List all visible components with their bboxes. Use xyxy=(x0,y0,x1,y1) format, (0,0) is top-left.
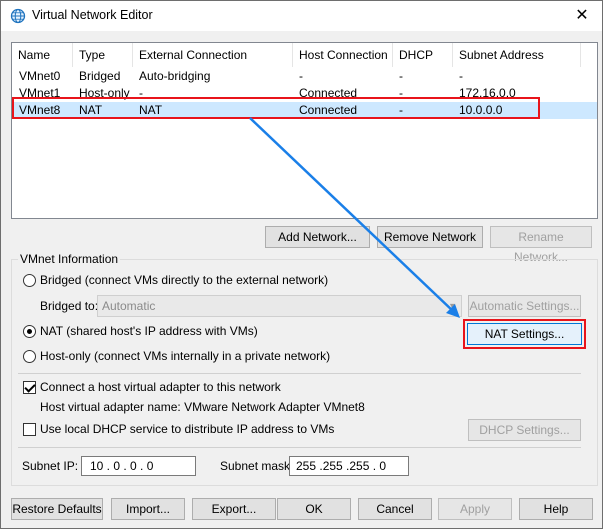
apply-button[interactable]: Apply xyxy=(438,498,512,520)
separator xyxy=(18,447,581,448)
nat-label[interactable]: NAT (shared host's IP address with VMs) xyxy=(40,324,258,338)
cell-external-connection: Auto-bridging xyxy=(139,69,211,83)
bridged-to-value: Automatic xyxy=(102,299,156,313)
network-list[interactable]: Name Type External Connection Host Conne… xyxy=(11,42,598,219)
dhcp-label[interactable]: Use local DHCP service to distribute IP … xyxy=(40,422,334,436)
dhcp-settings-button[interactable]: DHCP Settings... xyxy=(468,419,581,441)
column-header-external-connection[interactable]: External Connection xyxy=(133,43,293,67)
column-header-dhcp[interactable]: DHCP xyxy=(393,43,453,67)
connect-adapter-checkbox[interactable] xyxy=(23,381,36,394)
group-title: VMnet Information xyxy=(18,252,121,266)
cell-type: Bridged xyxy=(79,69,121,83)
cell-name: VMnet0 xyxy=(19,69,61,83)
subnet-mask-field[interactable]: 255 .255 .255 . 0 xyxy=(289,456,409,476)
cell-host-connection: - xyxy=(299,69,303,83)
add-network-button[interactable]: Add Network... xyxy=(265,226,370,248)
column-header-name[interactable]: Name xyxy=(12,43,73,67)
separator xyxy=(18,373,581,374)
cell-subnet-address: - xyxy=(459,69,463,83)
virtual-network-editor-window: Virtual Network Editor ✕ Name Type Exter… xyxy=(0,0,603,529)
column-header-host-connection[interactable]: Host Connection xyxy=(293,43,393,67)
selected-row-highlight xyxy=(12,97,540,119)
cancel-button[interactable]: Cancel xyxy=(358,498,432,520)
chevron-down-icon: ▼ xyxy=(448,301,457,311)
close-icon[interactable]: ✕ xyxy=(572,6,592,26)
globe-icon xyxy=(10,8,26,24)
subnet-mask-label: Subnet mask: xyxy=(220,459,294,473)
bridged-radio[interactable] xyxy=(23,274,36,287)
column-header-subnet-address[interactable]: Subnet Address xyxy=(453,43,581,67)
export-button[interactable]: Export... xyxy=(192,498,276,520)
automatic-settings-button[interactable]: Automatic Settings... xyxy=(468,295,581,317)
nat-radio[interactable] xyxy=(23,325,36,338)
restore-defaults-button[interactable]: Restore Defaults xyxy=(11,498,103,520)
nat-settings-highlight xyxy=(463,319,586,349)
column-header-type[interactable]: Type xyxy=(73,43,133,67)
bridged-to-select[interactable]: Automatic ▼ xyxy=(97,295,462,317)
host-only-label[interactable]: Host-only (connect VMs internally in a p… xyxy=(40,349,330,363)
help-button[interactable]: Help xyxy=(519,498,593,520)
subnet-ip-field[interactable]: 10 . 0 . 0 . 0 xyxy=(81,456,196,476)
adapter-name-label: Host virtual adapter name: VMware Networ… xyxy=(40,400,365,414)
ok-button[interactable]: OK xyxy=(277,498,351,520)
import-button[interactable]: Import... xyxy=(111,498,185,520)
window-title: Virtual Network Editor xyxy=(32,8,153,22)
list-header: Name Type External Connection Host Conne… xyxy=(12,43,597,67)
connect-adapter-label[interactable]: Connect a host virtual adapter to this n… xyxy=(40,380,281,394)
title-bar: Virtual Network Editor ✕ xyxy=(1,1,602,31)
cell-dhcp: - xyxy=(399,69,403,83)
bridged-to-label: Bridged to: xyxy=(40,299,99,313)
rename-network-button[interactable]: Rename Network... xyxy=(490,226,592,264)
dhcp-checkbox[interactable] xyxy=(23,423,36,436)
host-only-radio[interactable] xyxy=(23,350,36,363)
table-row[interactable]: VMnet0 Bridged Auto-bridging - - - xyxy=(12,68,597,85)
remove-network-button[interactable]: Remove Network xyxy=(377,226,483,248)
subnet-ip-label: Subnet IP: xyxy=(22,459,79,473)
bridged-label[interactable]: Bridged (connect VMs directly to the ext… xyxy=(40,273,328,287)
